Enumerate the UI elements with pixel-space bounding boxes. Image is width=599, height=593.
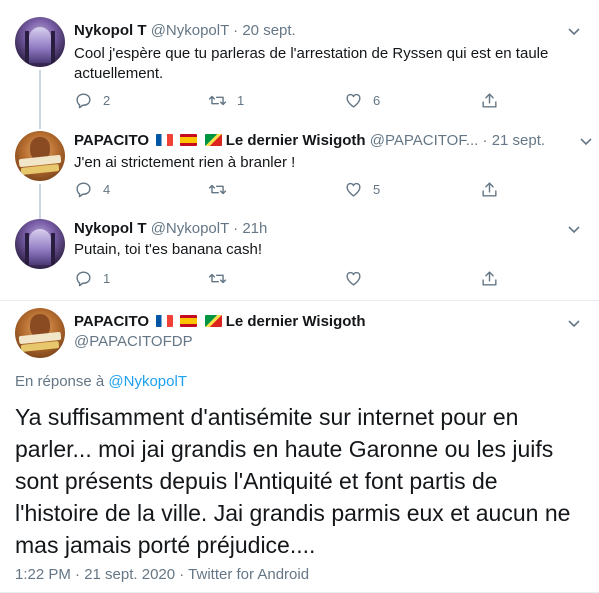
chevron-down-icon[interactable]: [567, 24, 581, 38]
share-button[interactable]: [480, 268, 499, 288]
chevron-down-icon[interactable]: [567, 316, 581, 330]
share-button[interactable]: [480, 90, 499, 110]
thread-line: [39, 120, 41, 129]
flag-congo-icon: [204, 315, 222, 327]
tweet[interactable]: Nykopol T @NykopolT · 20 sept. Cool j'es…: [0, 0, 599, 120]
retweet-button[interactable]: [208, 179, 237, 199]
separator: ·: [233, 22, 239, 39]
tweet-actions: 2 1 6: [74, 90, 504, 110]
display-name[interactable]: PAPACITO: [74, 313, 149, 330]
reply-to-link[interactable]: @NykopolT: [108, 373, 187, 390]
tweet-actions: 4 5: [74, 179, 504, 199]
thread-line: [39, 70, 41, 120]
like-count: 5: [373, 181, 381, 197]
retweet-button[interactable]: [208, 268, 237, 288]
separator: ·: [482, 132, 488, 149]
focused-tweet-text: Ya suffisamment d'antisémite sur interne…: [15, 404, 571, 558]
reply-prefix: En réponse à: [15, 373, 105, 390]
tweet-actions: 1: [74, 268, 504, 288]
display-name-suffix[interactable]: Le dernier Wisigoth: [226, 132, 366, 149]
chevron-down-icon[interactable]: [567, 222, 581, 236]
handle-row: @PAPACITOFDP: [74, 332, 193, 352]
flag-congo-icon: [204, 134, 222, 146]
share-icon: [482, 270, 497, 286]
reply-icon: [76, 92, 91, 108]
like-button[interactable]: 6: [344, 90, 380, 110]
retweet-count: 1: [237, 92, 245, 108]
handle[interactable]: @PAPACITOF...: [370, 132, 479, 149]
avatar[interactable]: [15, 219, 65, 269]
like-button[interactable]: [344, 268, 373, 288]
thread-line: [39, 210, 41, 219]
display-name[interactable]: PAPACITO: [74, 132, 149, 149]
handle[interactable]: @PAPACITOFDP: [74, 333, 193, 350]
heart-icon: [346, 182, 361, 197]
like-count: 6: [373, 92, 381, 108]
retweet-icon: [208, 184, 227, 194]
share-button[interactable]: [480, 179, 499, 199]
retweet-button[interactable]: 1: [208, 90, 244, 110]
reply-context: En réponse à @NykopolT: [15, 373, 187, 390]
retweet-icon: [208, 95, 227, 105]
tweet-header: PAPACITO Le dernier Wisigoth: [74, 312, 366, 332]
flag-france-icon: [156, 134, 174, 146]
handle[interactable]: @NykopolT: [151, 220, 229, 237]
like-button[interactable]: 5: [344, 179, 380, 199]
reply-button[interactable]: 1: [74, 268, 110, 288]
timestamp[interactable]: 21h: [242, 220, 267, 237]
timestamp[interactable]: 20 sept.: [242, 22, 295, 39]
tweet-text: Cool j'espère que tu parleras de l'arres…: [74, 45, 549, 82]
tweet-header: PAPACITO Le dernier Wisigoth @PAPACITOF.…: [74, 131, 545, 151]
tweet-text: J'en ai strictement rien à branler !: [74, 154, 296, 171]
thread-line: [39, 184, 41, 210]
chevron-down-icon[interactable]: [579, 134, 593, 148]
tweet-header: Nykopol T @NykopolT · 20 sept.: [74, 21, 296, 41]
avatar[interactable]: [15, 308, 65, 358]
retweet-icon: [208, 273, 227, 283]
tweet[interactable]: Nykopol T @NykopolT · 21h Putain, toi t'…: [0, 210, 599, 300]
flag-spain-icon: [180, 315, 198, 327]
display-name[interactable]: Nykopol T: [74, 220, 147, 237]
flag-spain-icon: [180, 134, 198, 146]
tweet-header: Nykopol T @NykopolT · 21h: [74, 219, 267, 239]
heart-icon: [346, 93, 361, 108]
tweet-text: Putain, toi t'es banana cash!: [74, 241, 262, 258]
reply-icon: [76, 270, 91, 286]
reply-button[interactable]: 2: [74, 90, 110, 110]
tweet[interactable]: PAPACITO Le dernier Wisigoth @PAPACITOF.…: [0, 120, 599, 210]
heart-icon: [346, 271, 361, 286]
reply-button[interactable]: 4: [74, 179, 110, 199]
avatar[interactable]: [15, 131, 65, 181]
share-icon: [482, 92, 497, 108]
share-icon: [482, 181, 497, 197]
tweet-meta[interactable]: 1:22 PM · 21 sept. 2020 · Twitter for An…: [15, 566, 309, 583]
reply-icon: [76, 181, 91, 197]
flag-france-icon: [156, 315, 174, 327]
timestamp[interactable]: 21 sept.: [492, 132, 545, 149]
display-name[interactable]: Nykopol T: [74, 22, 147, 39]
handle[interactable]: @NykopolT: [151, 22, 229, 39]
separator: ·: [233, 220, 239, 237]
reply-count: 4: [103, 181, 111, 197]
reply-count: 2: [103, 92, 111, 108]
reply-count: 1: [103, 270, 111, 286]
avatar[interactable]: [15, 17, 65, 67]
display-name-suffix[interactable]: Le dernier Wisigoth: [226, 313, 366, 330]
